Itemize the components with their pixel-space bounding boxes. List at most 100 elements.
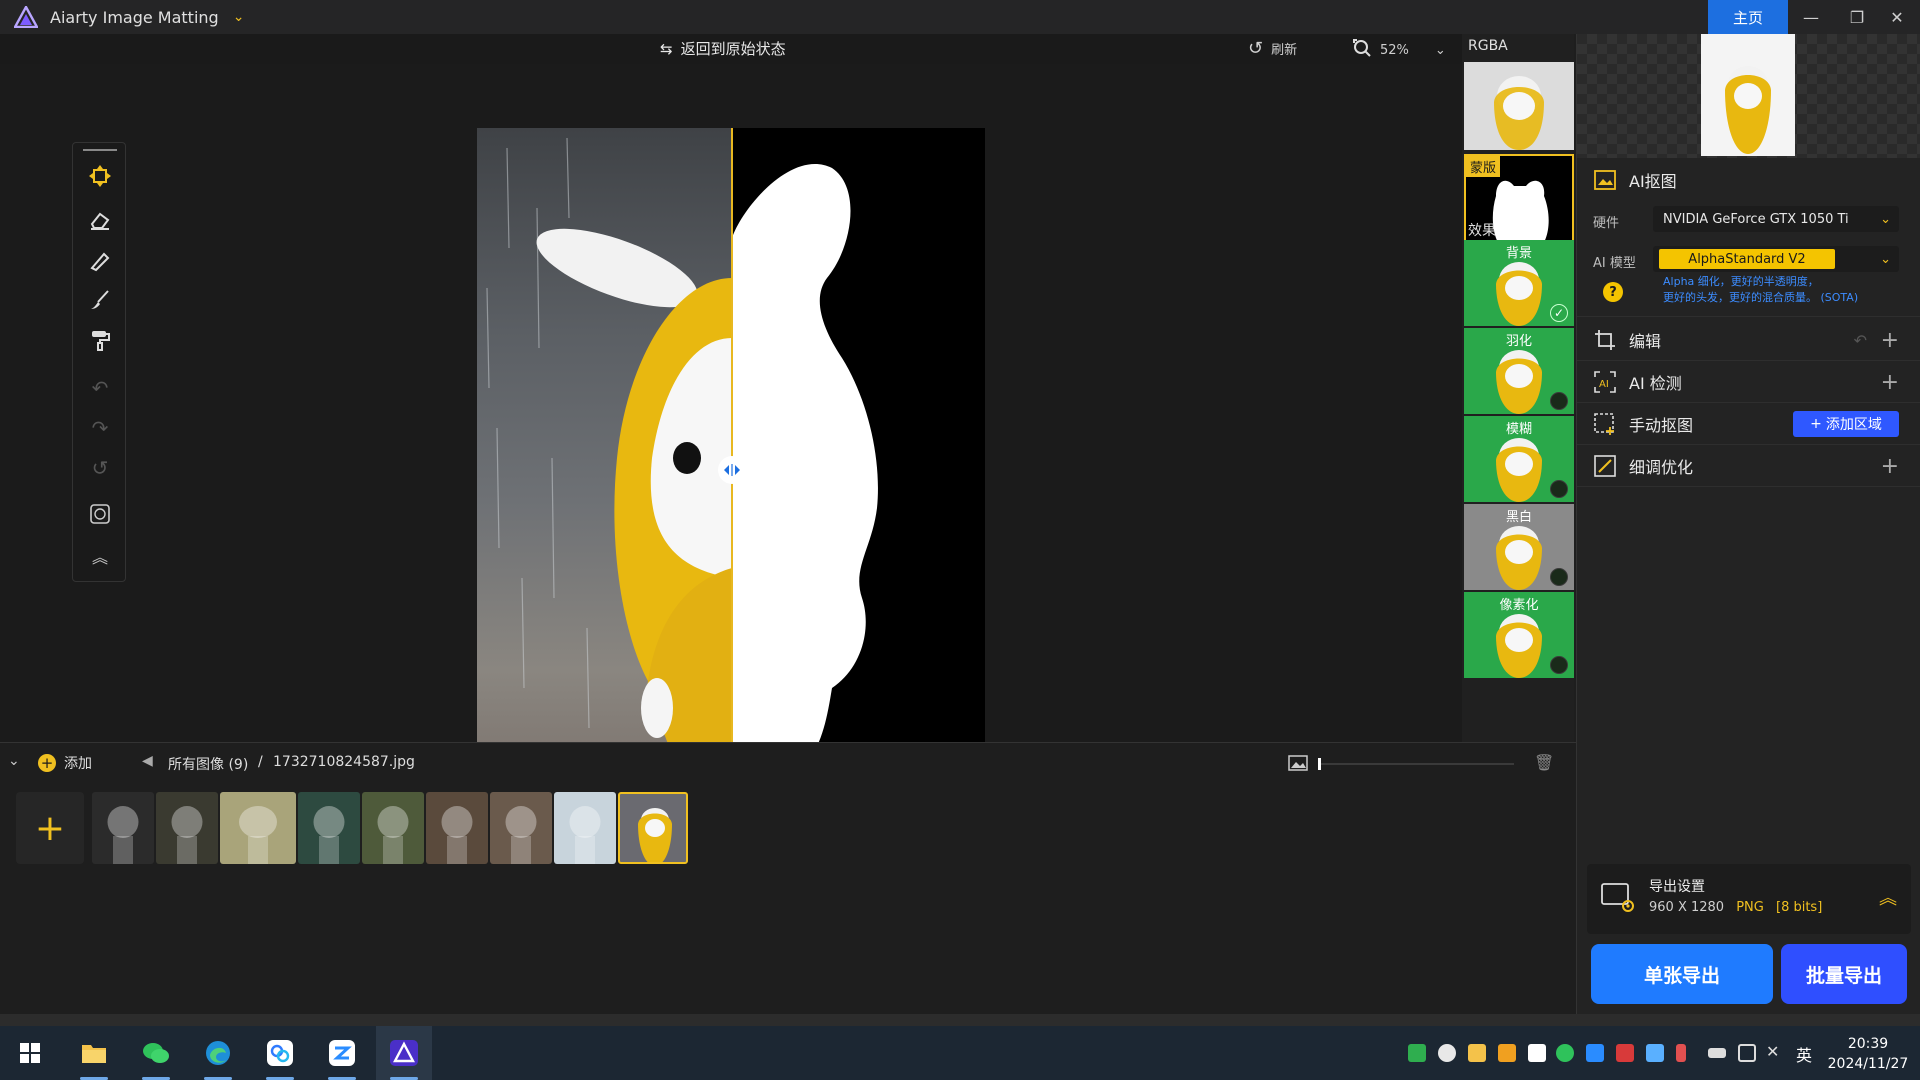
tray-app-icon[interactable] [1646, 1044, 1664, 1062]
windows-start-icon[interactable] [2, 1026, 58, 1080]
aiarty-icon[interactable] [376, 1026, 432, 1080]
network-icon[interactable] [1738, 1044, 1756, 1062]
thumbnail-jellyfish[interactable] [92, 792, 154, 864]
plus-icon[interactable]: + [1881, 454, 1899, 479]
ai-matting-title: AI抠图 [1629, 172, 1677, 191]
thumbnail-woman-flowers[interactable] [362, 792, 424, 864]
matting-preview-image[interactable] [477, 128, 985, 806]
export-format: PNG [1736, 900, 1764, 915]
edge-icon[interactable] [190, 1026, 246, 1080]
rgba-thumbnail[interactable] [1464, 62, 1574, 150]
wechat-icon[interactable] [128, 1026, 184, 1080]
canvas-toolbar: ⇆ 返回到原始状态 ↺ 刷新 52% ⌄ [0, 34, 1462, 64]
canvas-area[interactable]: ↶ ↷ ↺ ︽ [0, 64, 1462, 806]
tray-app-icon[interactable] [1586, 1044, 1604, 1062]
edit-section-header[interactable]: 编辑 ↶ + [1577, 320, 1920, 360]
roller-icon[interactable] [83, 323, 117, 357]
single-export-button[interactable]: 单张导出 [1591, 944, 1773, 1004]
tray-folder-icon[interactable] [1468, 1044, 1486, 1062]
mask-label: 蒙版 [1466, 156, 1501, 177]
thumbnail-woman-floral[interactable] [490, 792, 552, 864]
trash-icon[interactable]: 🗑 [1534, 753, 1554, 772]
clock-time: 20:39 [1847, 1036, 1889, 1052]
thumbnail-size-slider[interactable] [1318, 758, 1514, 770]
collapse-chevron-icon[interactable]: ⌄ [8, 753, 20, 769]
thumbnail-bicycle[interactable] [220, 792, 296, 864]
divider [1577, 360, 1920, 361]
result-preview-thumbnail[interactable] [1701, 34, 1795, 156]
add-image-button[interactable]: + 添加 [38, 753, 92, 773]
palette-grip[interactable] [83, 149, 117, 151]
crop-icon [1593, 328, 1617, 352]
plus-icon[interactable]: + [1881, 328, 1899, 353]
refresh-button[interactable]: ↺ 刷新 [1248, 38, 1297, 59]
battery-icon[interactable] [1708, 1048, 1726, 1058]
effect-background-thumbnail[interactable]: 背景 ✓ [1464, 240, 1574, 326]
thumbnail-penguin[interactable] [554, 792, 616, 864]
zoom-chevron-down-icon[interactable]: ⌄ [1435, 43, 1446, 58]
export-settings-panel[interactable]: 导出设置 960 X 1280 PNG [8 bits] ︽ [1587, 864, 1911, 934]
ai-matting-section-header[interactable]: AI抠图 [1577, 160, 1920, 200]
app-menu-chevron-icon[interactable]: ⌄ [233, 9, 245, 25]
effect-grayscale-thumbnail[interactable]: 黑白 [1464, 504, 1574, 590]
thumbnail-woman-red-dress[interactable] [298, 792, 360, 864]
redo-icon[interactable]: ↷ [83, 411, 117, 445]
tray-shield-icon[interactable] [1498, 1044, 1516, 1062]
hardware-select[interactable]: NVIDIA GeForce GTX 1050 Ti ⌄ [1653, 206, 1899, 232]
brush-icon[interactable] [83, 243, 117, 277]
baidu-netdisk-icon[interactable] [252, 1026, 308, 1080]
add-image-tile[interactable]: + [16, 792, 84, 864]
radio-icon [1550, 392, 1568, 410]
add-label: 添加 [64, 756, 92, 772]
effect-feather-thumbnail[interactable]: 羽化 [1464, 328, 1574, 414]
tray-app-icon[interactable] [1616, 1044, 1634, 1062]
ai-model-select[interactable]: AlphaStandard V2 ⌄ [1653, 246, 1899, 272]
undo-icon[interactable]: ↶ [83, 371, 117, 405]
plus-icon[interactable]: + [1881, 370, 1899, 395]
effect-blur-thumbnail[interactable]: 模糊 [1464, 416, 1574, 502]
checkmark-icon: ✓ [1550, 304, 1568, 322]
all-images-link[interactable]: 所有图像 (9) [168, 754, 248, 774]
restore-original-button[interactable]: ⇆ 返回到原始状态 [660, 38, 786, 59]
tray-wechat-icon[interactable] [1556, 1044, 1574, 1062]
expand-up-icon[interactable]: ︽ [1879, 884, 1897, 910]
help-icon[interactable]: ? [1603, 282, 1623, 302]
input-method-indicator[interactable]: 英 [1796, 1042, 1812, 1066]
effect-pixelate-thumbnail[interactable]: 像素化 [1464, 592, 1574, 678]
manual-matting-section-header[interactable]: 手动抠图 + 添加区域 [1577, 404, 1920, 444]
thumbnail-tree-bark[interactable] [156, 792, 218, 864]
app-blue-icon[interactable] [314, 1026, 370, 1080]
tray-app-icon[interactable] [1408, 1044, 1426, 1062]
zoom-control[interactable]: 52% ⌄ [1352, 38, 1446, 62]
refine-section-header[interactable]: 细调优化 + [1577, 446, 1920, 486]
system-clock[interactable]: 20:39 2024/11/27 [1820, 1034, 1916, 1074]
file-explorer-icon[interactable] [66, 1026, 122, 1080]
undo-icon[interactable]: ↶ [1854, 331, 1867, 350]
tray-app-icon[interactable] [1528, 1044, 1546, 1062]
status-strip [0, 1014, 1920, 1026]
volume-muted-icon[interactable]: ✕ [1766, 1042, 1779, 1061]
close-icon[interactable]: ✕ [1874, 0, 1920, 34]
minimize-icon[interactable]: — [1788, 0, 1834, 34]
lasso-select-icon[interactable] [83, 497, 117, 531]
tray-speaker-icon[interactable] [1676, 1044, 1686, 1062]
reset-icon[interactable]: ↺ [83, 451, 117, 485]
radio-icon [1550, 656, 1568, 674]
ai-detect-section-header[interactable]: AI AI 检测 + [1577, 362, 1920, 402]
batch-export-button[interactable]: 批量导出 [1781, 944, 1907, 1004]
tray-app-icon[interactable] [1438, 1044, 1456, 1062]
collapse-up-icon[interactable]: ︽ [83, 539, 117, 573]
back-arrow-icon[interactable]: ◀ [142, 753, 153, 769]
home-button[interactable]: 主页 [1708, 0, 1788, 34]
add-region-button[interactable]: + 添加区域 [1793, 411, 1899, 437]
aiarty-logo-icon [12, 3, 40, 31]
eraser-icon[interactable] [83, 203, 117, 237]
thumbnail-woman-portrait[interactable] [426, 792, 488, 864]
add-region-label: 添加区域 [1825, 417, 1882, 433]
move-tool-icon[interactable] [83, 159, 117, 193]
slider-handle[interactable] [1318, 758, 1321, 770]
compare-handle-icon[interactable] [718, 456, 746, 484]
divider [1577, 316, 1920, 317]
thumbnail-bunny-raincoat[interactable] [618, 792, 688, 864]
paint-brush-icon[interactable] [83, 283, 117, 317]
